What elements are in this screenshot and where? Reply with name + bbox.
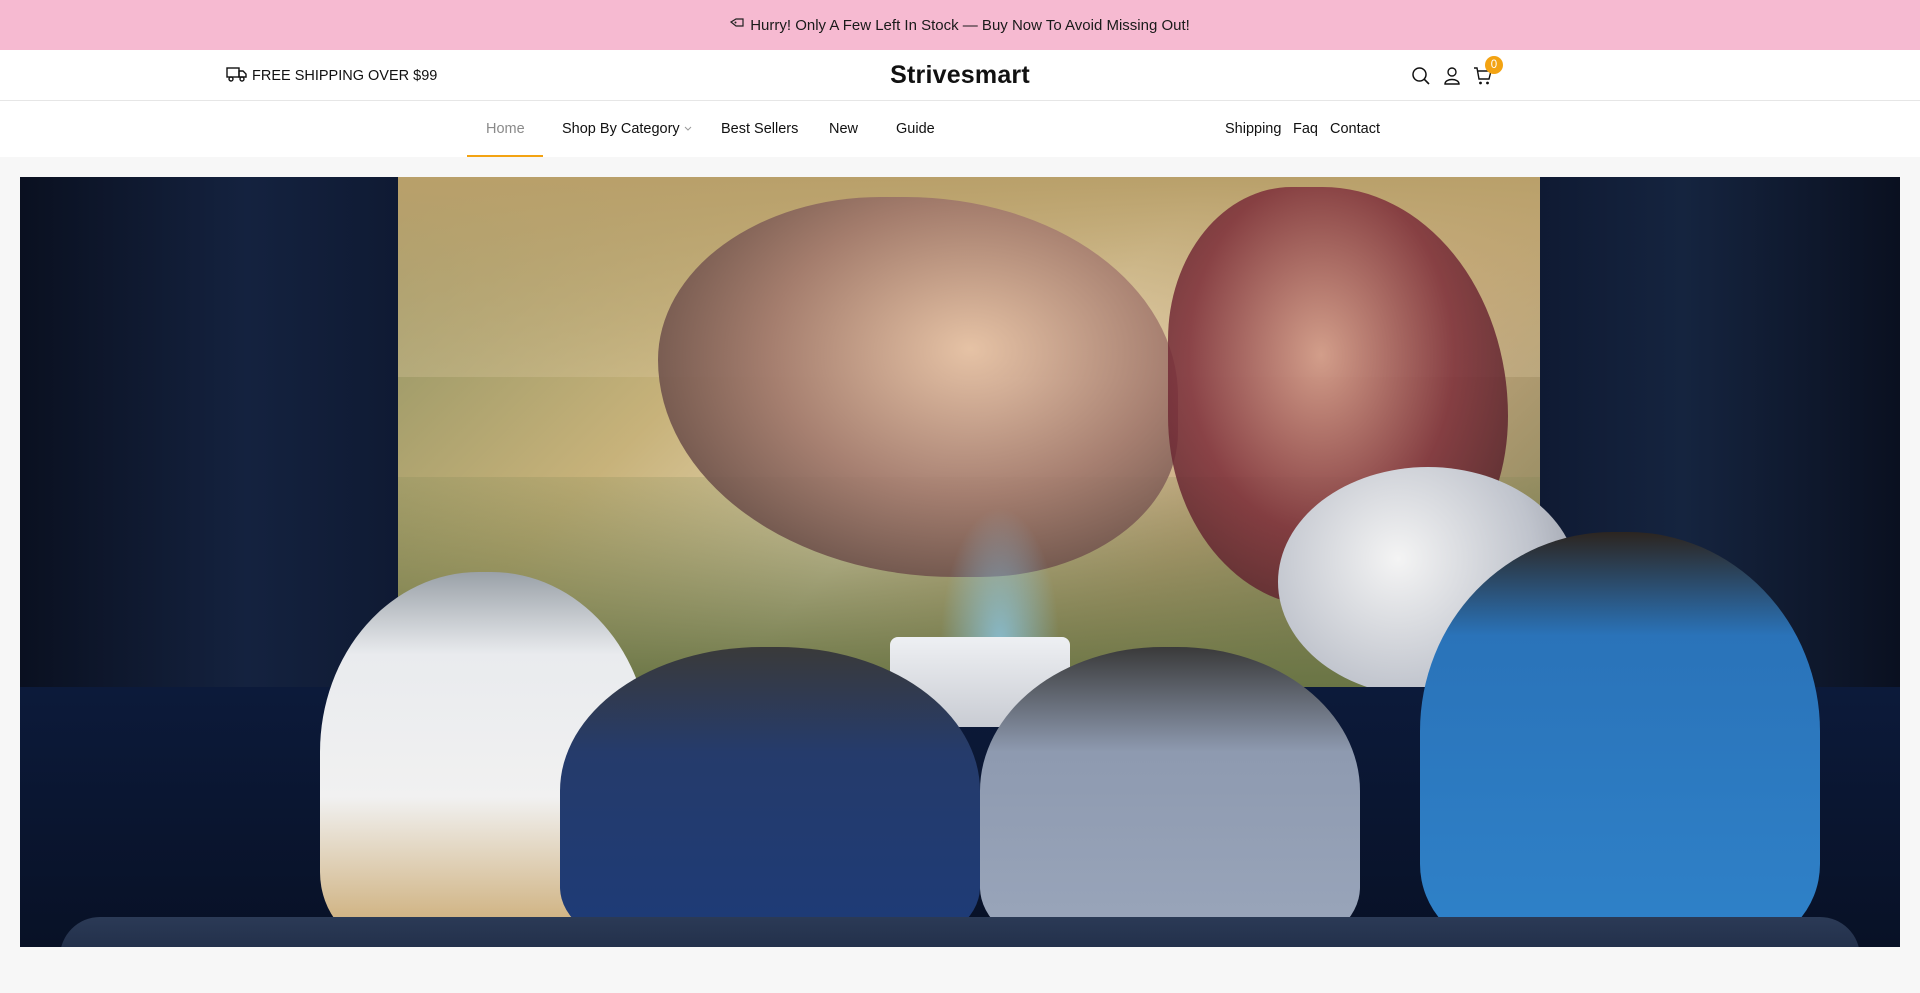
viewer-grey-shirt xyxy=(980,647,1360,947)
chevron-down-icon xyxy=(684,125,692,133)
nav-item-label: Shop By Category xyxy=(562,121,680,137)
tag-icon xyxy=(730,17,744,33)
header: FREE SHIPPING OVER $99 Strivesmart 0 xyxy=(0,50,1920,101)
announcement-text: Hurry! Only A Few Left In Stock — Buy No… xyxy=(750,16,1190,34)
projector-beam xyxy=(940,507,1060,647)
truck-icon xyxy=(226,66,248,86)
nav-item-shipping[interactable]: Shipping xyxy=(1225,101,1281,157)
nav-item-guide[interactable]: Guide xyxy=(896,101,935,157)
main-nav: Home Shop By Category Best Sellers New G… xyxy=(0,101,1920,157)
cart-count-badge: 0 xyxy=(1485,55,1503,74)
viewer-polo-shirt xyxy=(1420,532,1820,947)
nav-item-contact[interactable]: Contact xyxy=(1330,101,1380,157)
store-logo[interactable]: Strivesmart xyxy=(890,61,1030,90)
cart-icon[interactable]: 0 xyxy=(1472,55,1503,87)
nav-item-new[interactable]: New xyxy=(829,101,858,157)
user-icon[interactable] xyxy=(1441,65,1463,87)
nav-item-shop-by-category[interactable]: Shop By Category xyxy=(562,101,692,157)
hero-banner[interactable] xyxy=(20,177,1900,947)
nav-item-best-sellers[interactable]: Best Sellers xyxy=(721,101,798,157)
hero-wall-left xyxy=(20,177,398,737)
active-nav-indicator xyxy=(467,155,543,157)
announcement-bar: Hurry! Only A Few Left In Stock — Buy No… xyxy=(0,0,1920,50)
shipping-text: FREE SHIPPING OVER $99 xyxy=(252,67,438,84)
header-icons: 0 xyxy=(1410,50,1503,101)
nav-item-faq[interactable]: Faq xyxy=(1293,101,1318,157)
nav-item-home[interactable]: Home xyxy=(486,101,525,157)
viewer-blue-shirt xyxy=(560,647,980,947)
shipping-notice: FREE SHIPPING OVER $99 xyxy=(226,50,437,101)
search-icon[interactable] xyxy=(1410,65,1432,87)
couch xyxy=(60,917,1860,947)
